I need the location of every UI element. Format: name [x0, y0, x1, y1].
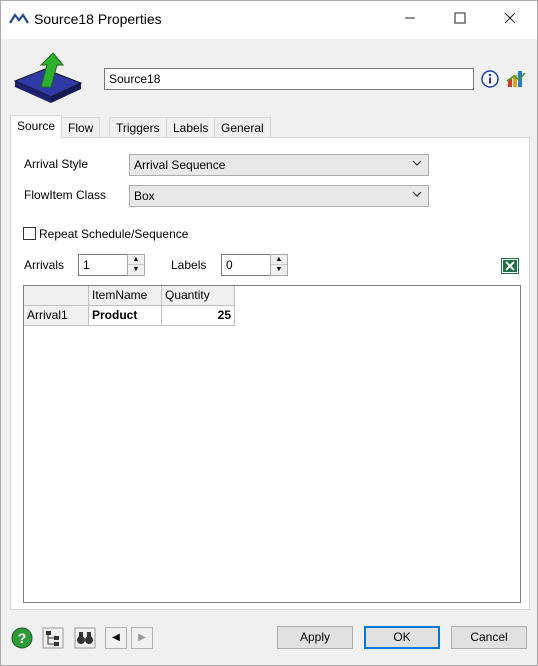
row-header[interactable]: Arrival1	[24, 306, 89, 326]
help-icon[interactable]: ?	[11, 627, 33, 649]
repeat-label: Repeat Schedule/Sequence	[39, 227, 189, 241]
spin-up-icon[interactable]: ▲	[271, 255, 287, 265]
tab-labels[interactable]: Labels	[166, 117, 216, 137]
arrow-right-icon: ▶	[138, 632, 146, 643]
labels-spinbox[interactable]: 0 ▲ ▼	[221, 254, 288, 276]
table-cell[interactable]: Product	[89, 306, 162, 326]
source-object-icon	[13, 52, 83, 103]
minimize-icon	[405, 17, 415, 19]
tree-icon[interactable]	[42, 627, 64, 649]
flowitem-class-label: FlowItem Class	[24, 188, 107, 202]
svg-text:?: ?	[18, 630, 27, 646]
minimize-button[interactable]	[387, 5, 433, 35]
labels-spinner[interactable]: ▲ ▼	[270, 254, 288, 276]
chevron-down-icon	[412, 191, 422, 197]
arrivals-label: Arrivals	[24, 258, 65, 272]
arrow-left-icon: ◀	[112, 632, 120, 643]
apply-button[interactable]: Apply	[277, 626, 353, 649]
close-button[interactable]	[487, 5, 533, 35]
maximize-icon	[454, 12, 466, 24]
excel-icon[interactable]	[501, 258, 519, 274]
window-title: Source18 Properties	[34, 11, 162, 27]
labels-value: 0	[226, 258, 233, 272]
arrival-table: ItemName Quantity Arrival1 Product 25	[23, 285, 521, 603]
info-icon[interactable]	[481, 70, 499, 88]
ok-button[interactable]: OK	[364, 626, 440, 649]
flowitem-class-dropdown[interactable]: Box	[129, 185, 429, 207]
table-corner[interactable]	[24, 286, 89, 306]
arrival-style-value: Arrival Sequence	[134, 158, 226, 172]
title-bar[interactable]: Source18 Properties	[1, 1, 537, 39]
arrival-style-dropdown[interactable]: Arrival Sequence	[129, 154, 429, 176]
labels-label: Labels	[171, 258, 207, 272]
close-icon	[504, 12, 516, 24]
tab-general[interactable]: General	[214, 117, 271, 137]
column-header[interactable]: ItemName	[89, 286, 162, 306]
properties-window: Source18 Properties Source18 Source Flow…	[0, 0, 538, 666]
tab-flow[interactable]: Flow	[61, 117, 101, 137]
chevron-down-icon	[412, 160, 422, 166]
previous-button[interactable]: ◀	[105, 627, 127, 649]
flexsim-logo-icon	[9, 13, 29, 24]
spin-down-icon[interactable]: ▼	[271, 265, 287, 275]
arrivals-spinner[interactable]: ▲ ▼	[127, 254, 145, 276]
next-button[interactable]: ▶	[131, 627, 153, 649]
table-cell[interactable]: 25	[162, 306, 235, 326]
maximize-button[interactable]	[437, 5, 483, 35]
column-header[interactable]: Quantity	[162, 286, 235, 306]
tab-triggers[interactable]: Triggers	[109, 117, 167, 137]
statistics-chart-icon[interactable]	[506, 69, 526, 89]
tab-source[interactable]: Source	[10, 115, 63, 138]
arrivals-spinbox[interactable]: 1 ▲ ▼	[78, 254, 145, 276]
arrival-style-label: Arrival Style	[24, 157, 89, 171]
object-name-input[interactable]: Source18	[104, 68, 474, 90]
source-tab-panel: Arrival Style Arrival Sequence FlowItem …	[10, 137, 530, 610]
arrivals-value: 1	[83, 258, 90, 272]
repeat-checkbox[interactable]	[23, 227, 36, 240]
binoculars-icon[interactable]	[74, 627, 96, 649]
cancel-button[interactable]: Cancel	[451, 626, 527, 649]
spin-down-icon[interactable]: ▼	[128, 265, 144, 275]
spin-up-icon[interactable]: ▲	[128, 255, 144, 265]
flowitem-class-value: Box	[134, 189, 155, 203]
